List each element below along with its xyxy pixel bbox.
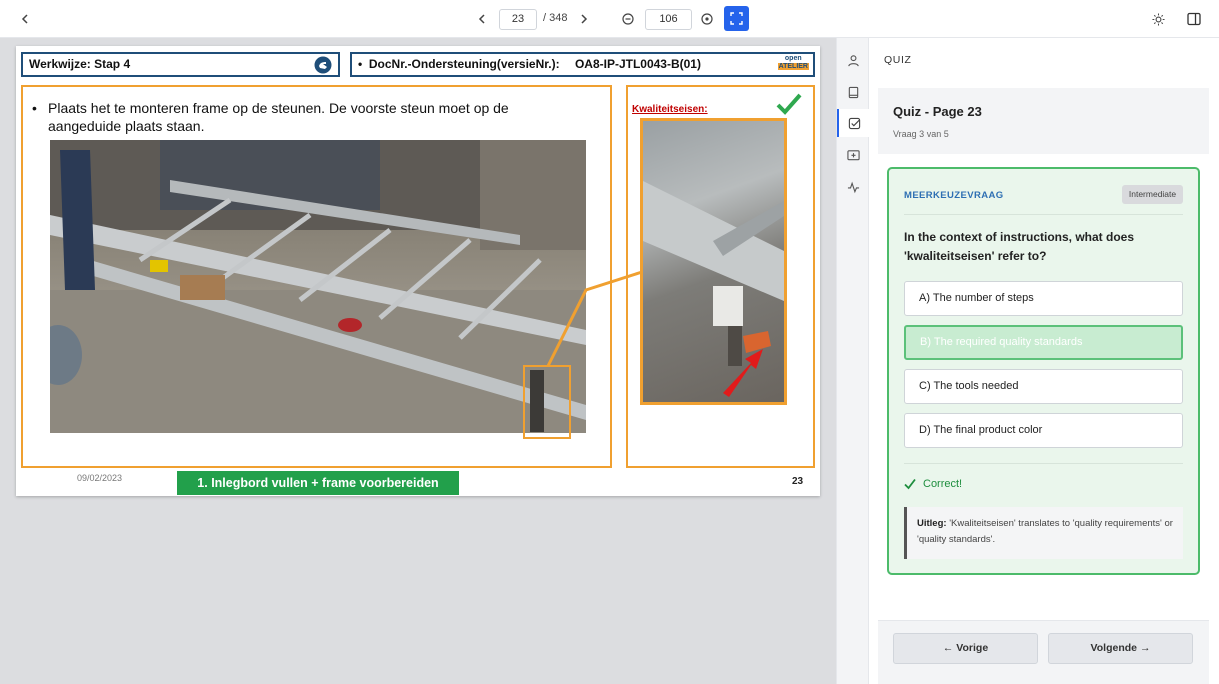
- next-page-button[interactable]: [574, 9, 594, 29]
- sidebar-toggle-icon: [1187, 12, 1201, 26]
- answer-option-d[interactable]: D) The final product color: [904, 413, 1183, 448]
- hand-icon: [314, 56, 332, 74]
- quiz-title: Quiz - Page 23: [893, 104, 982, 119]
- fit-to-screen-button[interactable]: [724, 6, 749, 31]
- quality-title: Kwaliteitseisen:: [632, 104, 708, 115]
- answer-option-c[interactable]: C) The tools needed: [904, 369, 1183, 404]
- quiz-footer: ← Vorige Volgende →: [878, 620, 1209, 684]
- closeup-illustration: [643, 181, 784, 397]
- slide-footer-banner: 1. Inlegbord vullen + frame voorbereiden: [177, 471, 459, 495]
- back-button[interactable]: [14, 9, 36, 29]
- prev-page-button[interactable]: [472, 9, 492, 29]
- result-divider: [904, 463, 1183, 464]
- slides-icon: [847, 149, 860, 160]
- quiz-progress: Vraag 3 van 5: [893, 129, 949, 139]
- doc-number-label: DocNr.-Ondersteuning(versieNr.):: [368, 57, 560, 71]
- plus-circle-icon: [701, 13, 713, 25]
- explanation-label: Uitleg:: [917, 518, 947, 529]
- activity-icon: [847, 181, 860, 193]
- chevron-left-icon: [478, 14, 485, 24]
- question-type: MEERKEUZEVRAAG: [904, 190, 1004, 201]
- bullet-dot: •: [358, 57, 369, 71]
- explanation-text: 'Kwaliteitseisen' translates to 'quality…: [917, 518, 1173, 545]
- sidebar-item-activity[interactable]: [837, 173, 870, 201]
- previous-button[interactable]: ← Vorige: [893, 633, 1038, 664]
- card-divider: [904, 214, 1183, 215]
- top-toolbar: 23 / 348 106: [0, 0, 1219, 38]
- answer-option-b[interactable]: B) The required quality standards: [904, 325, 1183, 360]
- check-icon: [904, 478, 916, 490]
- sun-icon: [1151, 12, 1165, 26]
- closeup-photo: [640, 118, 787, 405]
- frame-illustration: [50, 140, 586, 433]
- sidebar-item-slides[interactable]: [837, 141, 870, 169]
- sidebar-item-quiz[interactable]: [837, 109, 870, 137]
- doc-number-header: • DocNr.-Ondersteuning(versieNr.): OA8-I…: [350, 52, 815, 77]
- result-text: Correct!: [923, 478, 963, 490]
- step-title: Werkwijze: Stap 4: [29, 57, 131, 71]
- workshop-photo: [50, 140, 586, 433]
- fullscreen-icon: [730, 12, 743, 25]
- panel-toggle-button[interactable]: [1183, 9, 1205, 29]
- zoom-in-button[interactable]: [697, 9, 717, 29]
- doc-number-value: OA8-IP-JTL0043-B(01): [574, 57, 701, 71]
- panel-section-label: QUIZ: [884, 54, 912, 66]
- checkbox-icon: [848, 117, 861, 129]
- step-header: Werkwijze: Stap 4: [21, 52, 340, 77]
- book-icon: [848, 86, 859, 98]
- zoom-input[interactable]: 106: [645, 9, 692, 30]
- slide-page: Werkwijze: Stap 4 • DocNr.-Ondersteuning…: [16, 46, 820, 496]
- instruction-bullet: Plaats het te monteren frame op de steun…: [48, 100, 509, 134]
- slide-date: 09/02/2023: [77, 473, 123, 483]
- answer-option-a[interactable]: A) The number of steps: [904, 281, 1183, 316]
- bullet-marker: •: [32, 100, 37, 116]
- next-button[interactable]: Volgende →: [1048, 633, 1193, 664]
- chevron-right-icon: [581, 14, 588, 24]
- page-total: / 348: [543, 12, 568, 24]
- logo-text-2: ATELIER: [777, 63, 809, 70]
- minus-circle-icon: [622, 13, 634, 25]
- quiz-header: Quiz - Page 23 Vraag 3 van 5: [878, 88, 1209, 154]
- sidebar-icon-strip: [836, 38, 870, 684]
- difficulty-badge: Intermediate: [1122, 185, 1183, 204]
- logo-text-1: open: [784, 55, 802, 62]
- explanation-box: Uitleg: 'Kwaliteitseisen' translates to …: [904, 507, 1183, 559]
- checkmark-icon: [776, 93, 802, 115]
- highlight-box: [523, 365, 571, 439]
- sidebar-item-profile[interactable]: [837, 46, 870, 74]
- document-viewer[interactable]: Werkwijze: Stap 4 • DocNr.-Ondersteuning…: [0, 38, 836, 684]
- open-atelier-logo: open ATELIER: [777, 55, 809, 71]
- instruction-text: • Plaats het te monteren frame op de ste…: [32, 99, 572, 135]
- question-card: MEERKEUZEVRAAG Intermediate In the conte…: [887, 167, 1200, 575]
- sidebar-item-book[interactable]: [837, 78, 870, 106]
- slide-page-number: 23: [792, 476, 804, 487]
- page-number-input[interactable]: 23: [499, 9, 537, 30]
- quiz-panel: QUIZ Quiz - Page 23 Vraag 3 van 5 MEERKE…: [869, 38, 1219, 684]
- result-row: Correct!: [904, 478, 962, 490]
- user-icon: [848, 54, 859, 66]
- zoom-out-button[interactable]: [618, 9, 638, 29]
- chevron-left-icon: [21, 14, 28, 24]
- question-text: In the context of instructions, what doe…: [904, 230, 1135, 263]
- theme-toggle-button[interactable]: [1148, 9, 1168, 29]
